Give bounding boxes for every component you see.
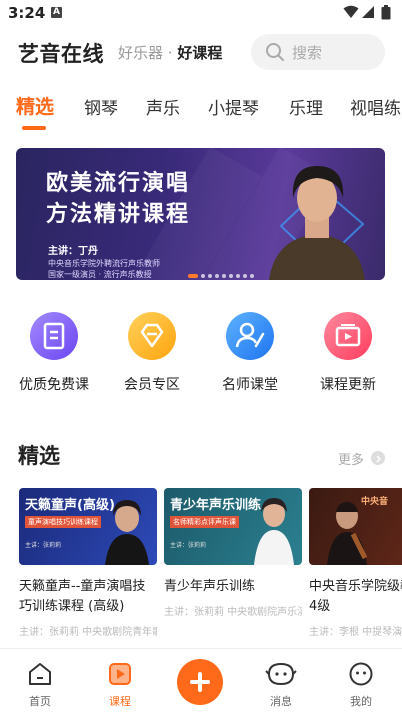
nav-messages[interactable]: 消息: [251, 661, 311, 709]
entry-teacher-class[interactable]: 名师课堂: [210, 312, 290, 394]
tab-piano[interactable]: 钢琴: [84, 94, 118, 119]
banner-title-line2: 方法精讲课程: [46, 202, 191, 227]
pagination-dot[interactable]: [208, 273, 212, 278]
app-slogan: 好乐器 · 好课程: [118, 44, 223, 62]
banner-title-line1: 欧美流行演唱: [46, 171, 191, 196]
course-card[interactable]: 中央音 中央音乐学院级教程1-4级 主讲：李根 中提琴演奏家: [309, 488, 402, 638]
course-icon: [109, 663, 131, 685]
app-header: 艺音在线 好乐器 · 好课程 搜索: [0, 30, 402, 78]
entry-label: 名师课堂: [222, 377, 278, 393]
pagination-dot[interactable]: [229, 273, 233, 278]
tab-violin[interactable]: 小提琴: [208, 94, 259, 119]
quick-entries: 优质免费课 会员专区 名师课堂 课程更新: [0, 312, 402, 402]
wifi-icon: [343, 5, 359, 18]
pagination-dot[interactable]: [201, 273, 205, 278]
pagination-dot[interactable]: [215, 273, 219, 278]
active-tab-indicator: [22, 126, 46, 130]
banner-pagination: [188, 265, 257, 278]
course-meta: 主讲：张莉莉 中央歌剧院声乐演员: [164, 607, 302, 618]
app-title: 艺音在线: [18, 42, 104, 66]
course-meta: 主讲：李根 中提琴演奏家: [309, 627, 402, 638]
course-title: 中央音乐学院级教程1-4级: [309, 579, 402, 614]
entry-free-courses[interactable]: 优质免费课: [14, 312, 94, 394]
diamond-icon: [128, 312, 176, 360]
promo-banner[interactable]: 欧美流行演唱 方法精讲课程 主讲：丁丹 中央音乐学院外聘流行声乐教师 国家一级演…: [16, 148, 385, 280]
pagination-dot[interactable]: [243, 273, 247, 278]
nav-course[interactable]: 课程: [90, 661, 150, 709]
profile-icon: [349, 662, 373, 686]
bottom-navigation: 首页 课程 消息 我的: [0, 648, 402, 716]
course-meta: 主讲：张莉莉 中央歌剧院青年歌唱家: [19, 627, 157, 638]
category-tabs: 精选 钢琴 声乐 小提琴 乐理 视唱练: [0, 88, 402, 134]
entry-label: 会员专区: [124, 377, 180, 393]
status-bar: 3:24 A: [0, 0, 402, 28]
entry-course-updates[interactable]: 课程更新: [308, 312, 388, 394]
nav-label: 首页: [29, 695, 51, 708]
entry-label: 优质免费课: [19, 377, 89, 393]
pagination-dot[interactable]: [222, 273, 226, 278]
pagination-dot[interactable]: [188, 273, 198, 278]
notification-icon: A: [51, 7, 62, 18]
course-thumbnail: 中央音: [309, 488, 402, 565]
battery-icon: [381, 5, 391, 20]
search-input[interactable]: 搜索: [251, 34, 385, 70]
video-icon: [324, 312, 372, 360]
tab-vocal[interactable]: 声乐: [146, 94, 180, 119]
teacher-icon: [226, 312, 274, 360]
tab-music-theory[interactable]: 乐理: [289, 94, 323, 119]
entry-member-zone[interactable]: 会员专区: [112, 312, 192, 394]
instructor-photo: [269, 166, 365, 280]
nav-profile[interactable]: 我的: [331, 661, 391, 709]
tab-featured[interactable]: 精选: [16, 92, 54, 119]
signal-icon: [362, 6, 374, 18]
status-time: 3:24: [8, 4, 46, 22]
banner-speaker: 主讲：丁丹: [48, 246, 98, 257]
course-title: 青少年声乐训练: [164, 579, 256, 594]
course-title: 天籁童声--童声演唱技巧训练课程 (高级): [19, 579, 146, 614]
message-icon: [265, 662, 297, 686]
pagination-dot[interactable]: [236, 273, 240, 278]
course-thumbnail: 天籁童声(高级) 童声演唱技巧训练课程 主讲：张莉莉: [19, 488, 157, 565]
search-icon: [266, 43, 284, 61]
pagination-dot[interactable]: [250, 273, 254, 278]
plus-icon[interactable]: [177, 659, 223, 705]
nav-home[interactable]: 首页: [10, 661, 70, 709]
banner-info-line2: 国家一级演员 · 流行声乐教授: [48, 270, 152, 279]
nav-label: 课程: [109, 695, 131, 708]
more-link[interactable]: 更多: [338, 449, 364, 468]
banner-info-line1: 中央音乐学院外聘流行声乐教师: [48, 259, 160, 268]
chevron-right-icon[interactable]: [371, 451, 385, 465]
section-title: 精选: [18, 444, 60, 468]
tab-solfege[interactable]: 视唱练: [350, 94, 401, 119]
course-card[interactable]: 天籁童声(高级) 童声演唱技巧训练课程 主讲：张莉莉 天籁童声--童声演唱技巧训…: [19, 488, 157, 638]
nav-label: 我的: [350, 695, 372, 708]
home-icon: [29, 663, 51, 685]
entry-label: 课程更新: [320, 377, 376, 393]
book-icon: [30, 312, 78, 360]
course-thumbnail: 青少年声乐训练 名师精彩点评声乐课 主讲：张莉莉: [164, 488, 302, 565]
nav-label: 消息: [270, 695, 292, 708]
search-placeholder: 搜索: [292, 44, 323, 62]
course-card[interactable]: 青少年声乐训练 名师精彩点评声乐课 主讲：张莉莉 青少年声乐训练 主讲：张莉莉 …: [164, 488, 302, 618]
